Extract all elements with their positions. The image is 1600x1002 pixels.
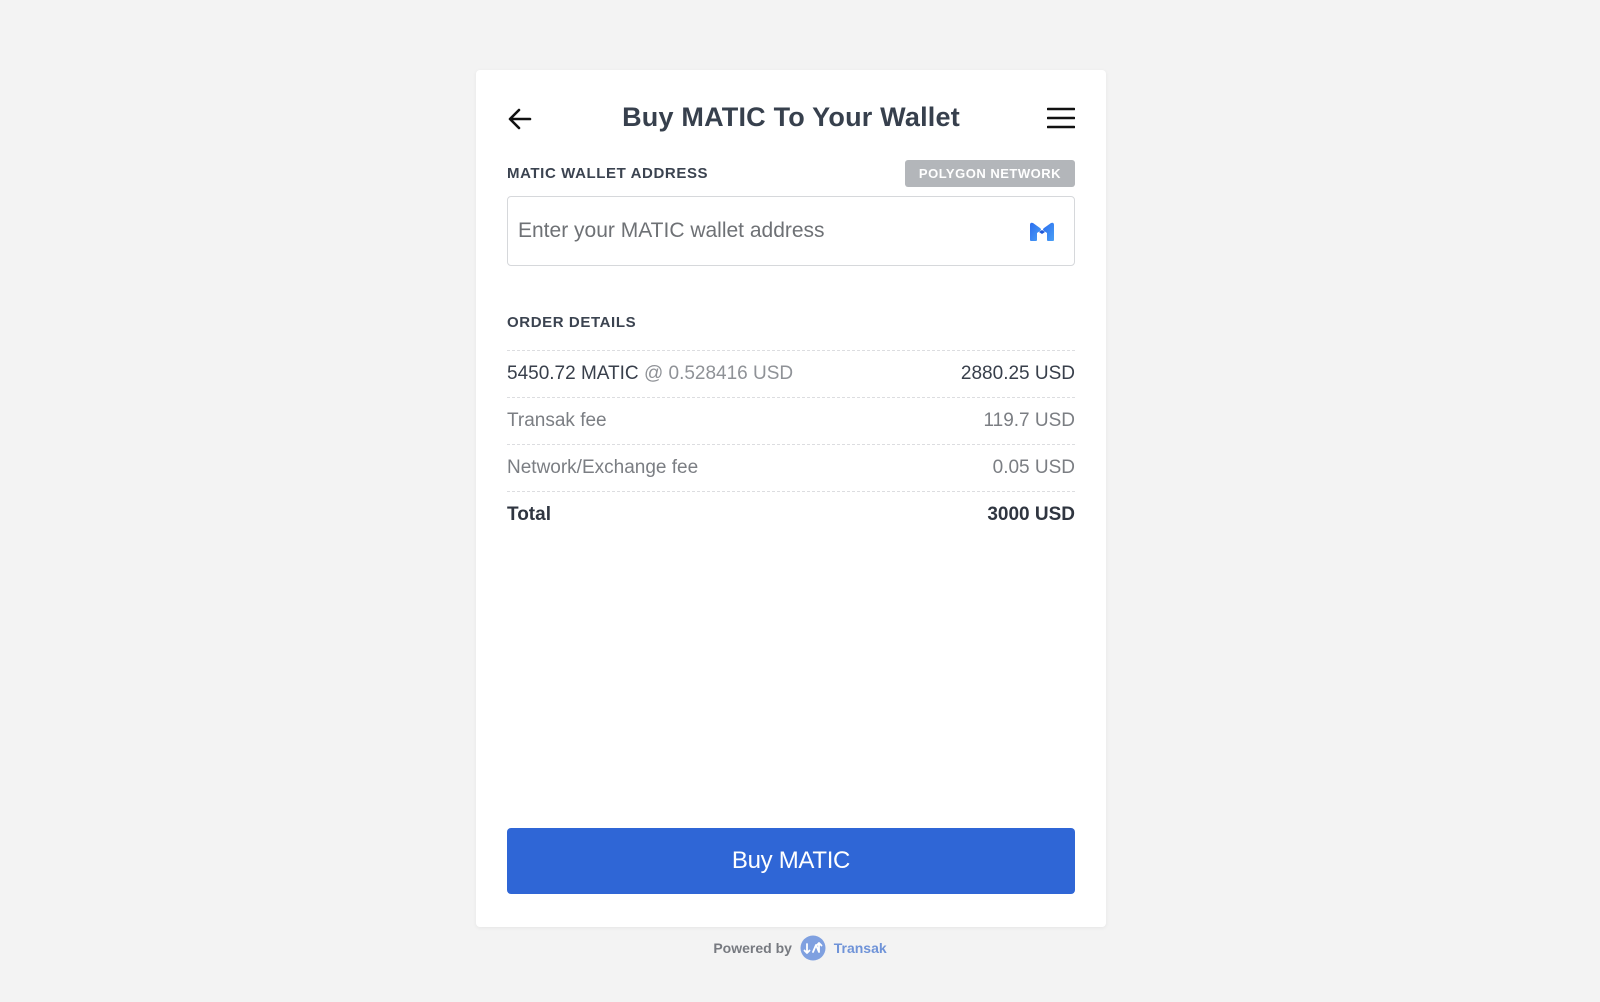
header: Buy MATIC To Your Wallet (507, 98, 1076, 142)
wallet-input-container (507, 196, 1075, 266)
network-badge: POLYGON NETWORK (904, 160, 1075, 187)
exchange-rate: @ 0.528416 USD (643, 363, 794, 384)
hamburger-menu-icon (1046, 107, 1076, 129)
total-value: 3000 USD (987, 504, 1075, 525)
order-row-network-fee: Network/Exchange fee 0.05 USD (507, 445, 1075, 492)
transak-brand-link[interactable]: Transak (834, 940, 887, 956)
order-details-table: 5450.72 MATIC @ 0.528416 USD 2880.25 USD… (507, 350, 1075, 538)
crypto-amount: 5450.72 MATIC (507, 363, 639, 384)
fee-label: Transak fee (507, 410, 607, 431)
total-label: Total (507, 504, 551, 525)
purchase-value: 2880.25 USD (960, 363, 1075, 384)
wallet-label-row: MATIC WALLET ADDRESS POLYGON NETWORK (507, 160, 1075, 188)
wallet-address-label: MATIC WALLET ADDRESS (507, 165, 709, 182)
order-row-purchase: 5450.72 MATIC @ 0.528416 USD 2880.25 USD (507, 351, 1075, 398)
powered-by-footer: Powered by Transak (0, 935, 1600, 961)
transak-logo-icon[interactable] (800, 935, 826, 961)
menu-button[interactable] (1046, 106, 1076, 130)
powered-by-text: Powered by (713, 940, 792, 957)
purchase-summary: 5450.72 MATIC @ 0.528416 USD (507, 363, 793, 385)
buy-matic-button[interactable]: Buy MATIC (507, 828, 1075, 894)
matic-logo-icon (1030, 222, 1054, 241)
widget-card: Buy MATIC To Your Wallet MATIC WALLET AD… (476, 70, 1106, 927)
order-row-total: Total 3000 USD (507, 492, 1075, 538)
fee-label: Network/Exchange fee (507, 457, 699, 478)
back-button[interactable] (507, 106, 533, 132)
order-row-transak-fee: Transak fee 119.7 USD (507, 398, 1075, 445)
page-title: Buy MATIC To Your Wallet (622, 102, 960, 132)
fee-value: 119.7 USD (983, 410, 1075, 431)
wallet-address-input[interactable] (508, 197, 1008, 265)
order-details-label: ORDER DETAILS (507, 314, 637, 331)
fee-value: 0.05 USD (992, 457, 1075, 478)
arrow-left-icon (508, 108, 532, 130)
